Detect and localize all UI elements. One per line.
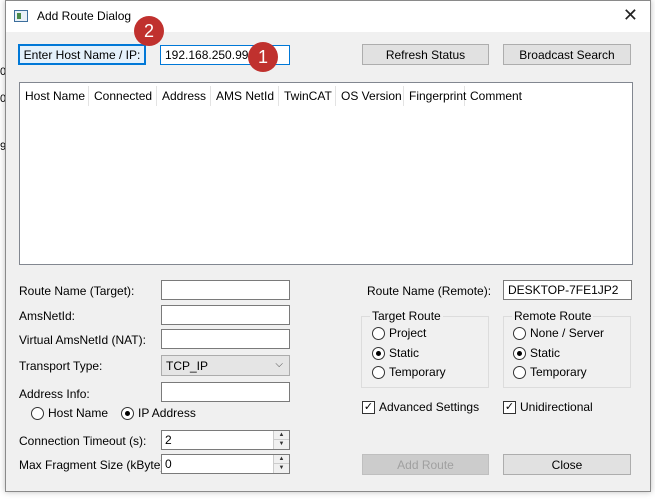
title-bar: Add Route Dialog ✕ (6, 1, 650, 32)
connection-timeout-value: 2 (165, 433, 172, 447)
radio-circle (31, 406, 44, 420)
column-header[interactable]: Address (157, 86, 211, 106)
target-static-radio[interactable]: Static (372, 346, 419, 360)
radio-circle (372, 326, 385, 340)
target-route-title: Target Route (370, 309, 443, 323)
spin-up-icon[interactable]: ▲ (274, 431, 289, 440)
max-fragment-size-spinner[interactable]: 0 ▲ ▼ (161, 454, 290, 474)
host-name-radio-label: Host Name (48, 406, 109, 420)
column-header[interactable]: OS Version (336, 86, 404, 106)
spin-up-icon[interactable]: ▲ (274, 455, 289, 464)
refresh-status-button[interactable]: Refresh Status (362, 44, 489, 65)
annotation-badge-1: 1 (248, 42, 278, 72)
spin-down-icon[interactable]: ▼ (274, 440, 289, 449)
remote-route-title: Remote Route (512, 309, 594, 323)
radio-circle-selected (513, 346, 526, 360)
remote-temporary-label: Temporary (530, 365, 587, 379)
remote-static-label: Static (530, 346, 561, 360)
target-static-label: Static (389, 346, 420, 360)
virtual-ams-net-id-label: Virtual AmsNetId (NAT): (19, 333, 146, 347)
ip-address-radio-label: IP Address (138, 406, 196, 420)
max-fragment-size-label: Max Fragment Size (kByte): (19, 458, 168, 472)
address-info-label: Address Info: (19, 387, 90, 401)
column-header[interactable]: Comment (465, 86, 525, 106)
remote-none-server-radio[interactable]: None / Server (513, 326, 604, 340)
chevron-down-icon: ⌵ (275, 359, 283, 370)
target-temporary-label: Temporary (389, 365, 446, 379)
check-icon: ✓ (362, 400, 375, 414)
spin-down-icon[interactable]: ▼ (274, 464, 289, 473)
close-icon[interactable]: ✕ (623, 5, 638, 26)
spinner-arrows[interactable]: ▲ ▼ (273, 431, 289, 449)
route-name-remote-input[interactable]: DESKTOP-7FE1JP2 (503, 280, 632, 300)
add-route-button[interactable]: Add Route (362, 454, 489, 475)
route-name-target-label: Route Name (Target): (19, 284, 135, 298)
virtual-ams-net-id-input[interactable] (161, 329, 290, 349)
column-header[interactable]: Connected (89, 86, 157, 106)
target-temporary-radio[interactable]: Temporary (372, 365, 446, 379)
connection-timeout-label: Connection Timeout (s): (19, 434, 147, 448)
remote-none-server-label: None / Server (530, 326, 605, 340)
add-route-dialog: Add Route Dialog ✕ Enter Host Name / IP:… (5, 0, 651, 492)
ams-net-id-input[interactable] (161, 305, 290, 325)
window-title: Add Route Dialog (37, 9, 132, 23)
route-name-target-input[interactable] (161, 280, 290, 300)
unidirectional-checkbox[interactable]: ✓ Unidirectional (503, 400, 593, 414)
host-list-grid[interactable]: Host Name Connected Address AMS NetId Tw… (19, 82, 633, 265)
radio-circle (372, 365, 385, 379)
host-name-radio[interactable]: Host Name (31, 406, 108, 420)
max-fragment-size-value: 0 (165, 457, 172, 471)
ams-net-id-label: AmsNetId: (19, 309, 76, 323)
grid-header: Host Name Connected Address AMS NetId Tw… (20, 83, 632, 109)
transport-type-value: TCP_IP (166, 358, 209, 373)
remote-static-radio[interactable]: Static (513, 346, 560, 360)
target-project-label: Project (389, 326, 427, 340)
advanced-settings-checkbox[interactable]: ✓ Advanced Settings (362, 400, 479, 414)
connection-timeout-spinner[interactable]: 2 ▲ ▼ (161, 430, 290, 450)
transport-type-select[interactable]: TCP_IP ⌵ (161, 355, 290, 376)
unidirectional-label: Unidirectional (520, 400, 593, 414)
address-info-input[interactable] (161, 382, 290, 402)
transport-type-label: Transport Type: (19, 359, 103, 373)
column-header[interactable]: Fingerprint (404, 86, 466, 106)
broadcast-search-button[interactable]: Broadcast Search (503, 44, 631, 65)
radio-circle-selected (372, 346, 385, 360)
annotation-badge-2: 2 (134, 16, 164, 46)
spinner-arrows[interactable]: ▲ ▼ (273, 455, 289, 473)
close-button[interactable]: Close (503, 454, 631, 475)
column-header[interactable]: AMS NetId (211, 86, 279, 106)
route-name-remote-label: Route Name (Remote): (367, 284, 492, 298)
target-project-radio[interactable]: Project (372, 326, 426, 340)
column-header[interactable]: TwinCAT (279, 86, 336, 106)
app-icon (14, 10, 28, 22)
enter-host-button[interactable]: Enter Host Name / IP: (18, 44, 146, 65)
check-icon: ✓ (503, 400, 516, 414)
radio-circle (513, 365, 526, 379)
advanced-settings-label: Advanced Settings (379, 400, 480, 414)
radio-circle-selected (121, 406, 134, 420)
remote-temporary-radio[interactable]: Temporary (513, 365, 587, 379)
ip-address-radio[interactable]: IP Address (121, 406, 196, 420)
column-header[interactable]: Host Name (20, 86, 89, 106)
radio-circle (513, 326, 526, 340)
